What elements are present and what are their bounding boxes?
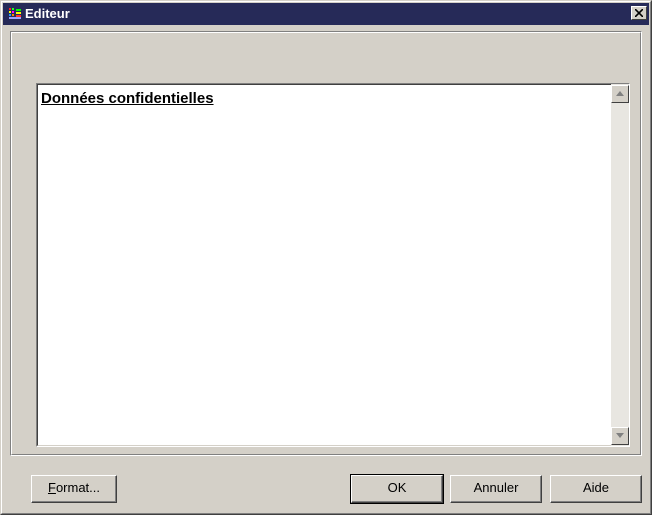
format-button-label: ormat... xyxy=(55,480,101,495)
scroll-up-arrow-icon xyxy=(616,91,624,96)
cancel-button[interactable]: Annuler xyxy=(450,475,542,503)
ok-button-label: OK xyxy=(387,480,407,495)
scroll-up-button[interactable] xyxy=(611,85,629,103)
ok-button[interactable]: OK xyxy=(350,474,444,504)
cancel-button-label: Annuler xyxy=(473,480,519,495)
app-icon xyxy=(8,7,23,21)
scroll-down-button[interactable] xyxy=(611,427,629,445)
editor-content-text[interactable]: Données confidentielles xyxy=(41,90,214,107)
close-button[interactable] xyxy=(631,6,647,20)
help-button[interactable]: Aide xyxy=(550,475,642,503)
title-bar[interactable]: Editeur xyxy=(3,3,649,25)
editor-border xyxy=(37,84,629,446)
format-button-accelerator: F xyxy=(47,480,56,495)
format-button[interactable]: Format... xyxy=(31,475,117,503)
vertical-scrollbar[interactable] xyxy=(611,84,629,446)
editor-dialog: Editeur Données confidentielles Format..… xyxy=(0,0,652,515)
help-button-label: Aide xyxy=(582,480,610,495)
rich-text-editor[interactable]: Données confidentielles xyxy=(36,83,630,447)
window-title: Editeur xyxy=(25,6,70,21)
scroll-down-arrow-icon xyxy=(616,433,624,438)
close-icon xyxy=(635,9,643,17)
